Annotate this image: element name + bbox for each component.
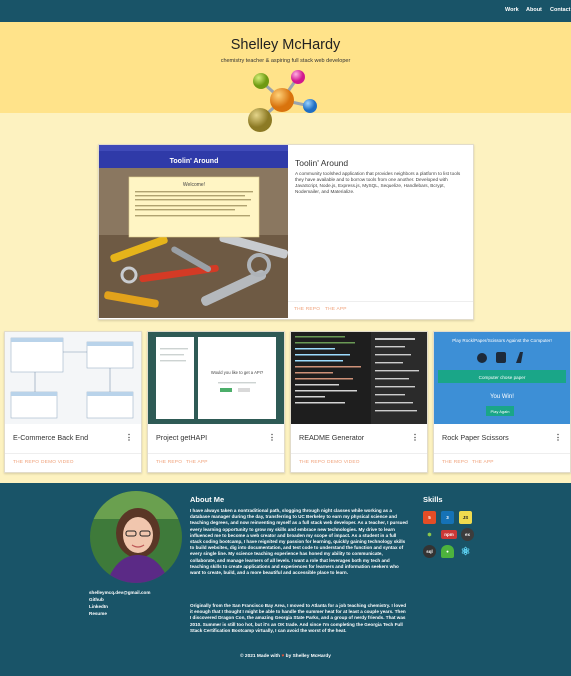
gethapi-question: Would you like to get a API? <box>211 370 264 375</box>
mysql-icon: sql <box>423 545 436 558</box>
nav-contact-link[interactable]: Contact <box>550 7 570 13</box>
project-title: Rock Paper Scissors <box>442 433 509 442</box>
readme-generator-screenshot[interactable] <box>291 332 427 424</box>
project-repo-link[interactable]: THE REPO <box>442 460 468 465</box>
about-paragraph-1: I have always taken a nontraditional pat… <box>190 508 408 576</box>
skills-heading: Skills <box>423 495 443 504</box>
top-nav: Work About Contact <box>0 0 571 22</box>
project-card: README Generator ⋮ THE REPO DEMO VIDEO <box>290 331 428 473</box>
screenshot-welcome: Welcome! <box>183 182 205 188</box>
project-title: Project getHAPI <box>156 433 208 442</box>
avatar <box>90 491 182 583</box>
project-card: Would you like to get a API? Project get… <box>147 331 285 473</box>
about-heading: About Me <box>190 495 225 504</box>
rps-computer-choice: Computer chose paper <box>479 375 526 380</box>
html5-icon: 5 <box>423 511 436 524</box>
copyright: © 2021 Made with ♥ by Shelley McHardy <box>0 654 571 659</box>
project-repo-link[interactable]: THE REPO <box>156 460 182 465</box>
project-card: E-Commerce Back End ⋮ THE REPO DEMO VIDE… <box>4 331 142 473</box>
more-options-icon[interactable]: ⋮ <box>268 433 276 442</box>
ecommerce-screenshot[interactable] <box>5 332 141 424</box>
express-icon: ex <box>461 528 474 541</box>
copyright-made-with: © 2021 Made with <box>240 654 281 659</box>
toolin-around-screenshot[interactable]: Welcome! Toolin' Around <box>99 145 288 318</box>
nav-work-link[interactable]: Work <box>505 7 519 13</box>
featured-title: Toolin' Around <box>295 158 349 168</box>
npm-icon: npm <box>441 530 457 539</box>
project-title: README Generator <box>299 433 365 442</box>
rock-paper-scissors-screenshot[interactable]: Play Rock/Paper/Scissors Against the Com… <box>434 332 570 424</box>
project-app-link[interactable]: THE APP <box>186 460 208 465</box>
more-options-icon[interactable]: ⋮ <box>125 433 133 442</box>
featured-repo-link[interactable]: THE REPO <box>294 307 320 312</box>
rps-heading: Play Rock/Paper/Scissors Against the Com… <box>452 338 552 343</box>
project-card: Play Rock/Paper/Scissors Against the Com… <box>433 331 571 473</box>
about-section: shelleymcq.dev@gmail.com Github LinkedIn… <box>0 483 571 676</box>
rps-play-again: Play Again <box>491 409 510 414</box>
about-paragraph-2: Originally from the San Francisco Bay Ar… <box>190 603 407 633</box>
rps-result: You Win! <box>490 394 514 400</box>
project-repo-link[interactable]: THE REPO <box>299 460 325 465</box>
molecule-logo-icon <box>248 70 317 132</box>
more-options-icon[interactable]: ⋮ <box>411 433 419 442</box>
linkedin-link[interactable]: LinkedIn <box>89 604 108 609</box>
javascript-icon: JS <box>459 511 472 524</box>
github-link[interactable]: Github <box>89 597 104 602</box>
featured-app-link[interactable]: THE APP <box>325 307 347 312</box>
react-icon: ⚛ <box>460 546 471 558</box>
page-title: Shelley McHardy <box>230 37 341 53</box>
tagline: chemistry teacher & aspiring full stack … <box>220 58 351 64</box>
nodejs-icon: ⬢ <box>427 531 432 537</box>
project-title: E-Commerce Back End <box>13 433 89 442</box>
featured-description: A community toolshed application that pr… <box>295 171 461 194</box>
css3-icon: 3 <box>441 511 454 524</box>
featured-project-card: Welcome! Toolin' Around Toolin' Around A… <box>98 144 474 320</box>
screenshot-brand: Toolin' Around <box>170 158 219 165</box>
featured-links: THE REPO THE APP <box>288 301 473 319</box>
mongodb-icon: ● <box>441 545 454 558</box>
nav-about-link[interactable]: About <box>526 7 542 13</box>
project-app-link[interactable]: THE APP <box>472 460 494 465</box>
project-demo-link[interactable]: DEMO VIDEO <box>41 460 74 465</box>
copyright-author: by Shelley McHardy <box>285 654 331 659</box>
heart-icon: ♥ <box>281 654 285 659</box>
resume-link[interactable]: Resume <box>89 611 107 616</box>
project-repo-link[interactable]: THE REPO <box>13 460 39 465</box>
contact-email[interactable]: shelleymcq.dev@gmail.com <box>89 590 150 595</box>
more-options-icon[interactable]: ⋮ <box>554 433 562 442</box>
project-demo-link[interactable]: DEMO VIDEO <box>327 460 360 465</box>
gethapi-screenshot[interactable]: Would you like to get a API? <box>148 332 284 424</box>
